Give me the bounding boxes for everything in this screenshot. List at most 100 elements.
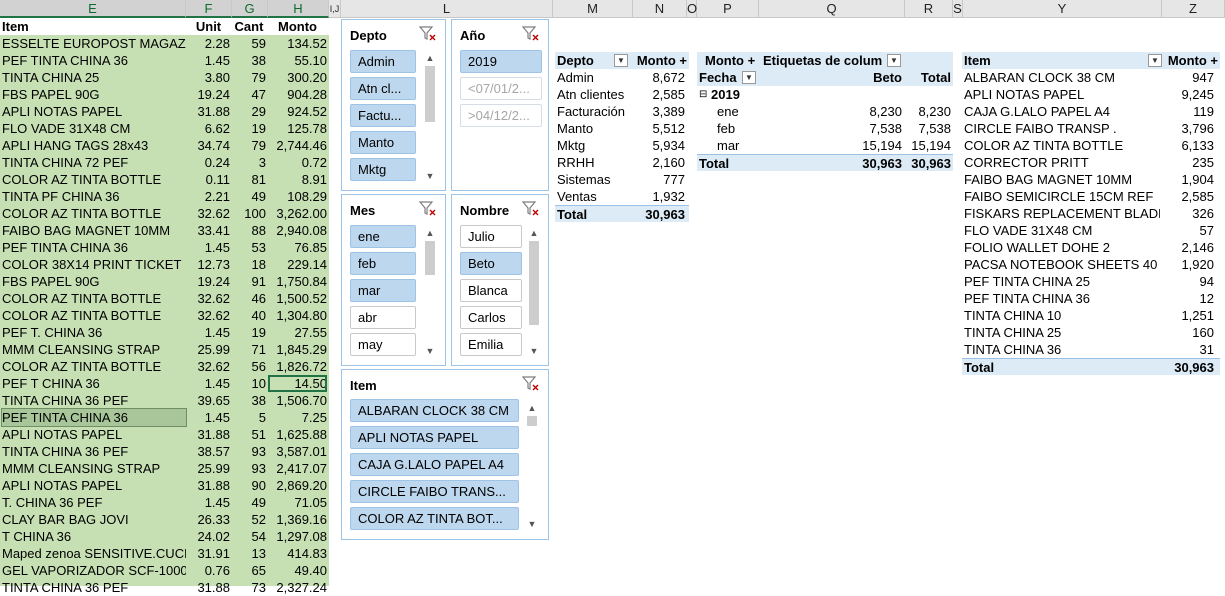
cell-item[interactable]: COLOR AZ TINTA BOTTLE [2,290,186,307]
dropdown-arrow-icon[interactable]: ▼ [1148,54,1162,67]
filter-dropdown-icon[interactable]: ▼ [887,54,901,67]
cell-unit[interactable]: 1.45 [187,324,230,341]
cell-monto[interactable]: 125.78 [268,120,327,137]
column-header-y[interactable]: Y [963,0,1162,18]
cell-cant[interactable]: 100 [232,205,266,222]
pivot-depto-row[interactable]: Facturación 3,389 [555,103,689,120]
pivot-depto-row[interactable]: Admin 8,672 [555,69,689,86]
slicer-item-before-date[interactable]: <07/01/2... [460,77,542,100]
cell-cant[interactable]: 13 [232,545,266,562]
cell-unit[interactable]: 25.99 [187,460,230,477]
cell-unit[interactable]: 32.62 [187,358,230,375]
cell-item[interactable]: COLOR AZ TINTA BOTTLE [2,205,186,222]
cell-unit[interactable]: 1.45 [187,409,230,426]
clear-filter-icon[interactable] [522,376,540,392]
cell-unit[interactable]: 33.41 [187,222,230,239]
cell-unit[interactable]: 1.45 [187,494,230,511]
slicer-nombre-scrollbar[interactable]: ▲ ▼ [527,227,541,357]
cell-item[interactable]: CLAY BAR BAG JOVI [2,511,186,528]
cell-unit[interactable]: 31.91 [187,545,230,562]
cell-item[interactable]: COLOR 38X14 PRINT TICKET [2,256,186,273]
pivot-fecha-row[interactable]: mar 15,194 15,194 [697,137,953,154]
cell-cant[interactable]: 90 [232,477,266,494]
column-header-m[interactable]: M [553,0,633,18]
cell-cant[interactable]: 65 [232,562,266,579]
cell-cant[interactable]: 51 [232,426,266,443]
cell-cant[interactable]: 3 [232,154,266,171]
column-header-g[interactable]: G [232,0,268,18]
slicer-item-caja[interactable]: CAJA G.LALO PAPEL A4 [350,453,519,476]
slicer-item-color-az[interactable]: COLOR AZ TINTA BOT... [350,507,519,530]
column-header-o[interactable]: O [687,0,697,18]
slicer-item-carlos[interactable]: Carlos [460,306,522,329]
cell-cant[interactable]: 29 [232,103,266,120]
slicer-item-blanca[interactable]: Blanca [460,279,522,302]
pivot-item-row[interactable]: PEF TINTA CHINA 36 12 [962,290,1220,307]
pivot-fecha-year-row[interactable]: ⊟ 2019 [697,86,953,103]
cell-item[interactable]: PEF TINTA CHINA 36 [2,239,186,256]
scroll-down-icon[interactable]: ▼ [525,518,539,530]
slicer-mes-scrollbar[interactable]: ▲ ▼ [423,227,437,357]
column-header-n[interactable]: N [633,0,687,18]
cell-monto[interactable]: 2,417.07 [268,460,327,477]
cell-monto[interactable]: 2,869.20 [268,477,327,494]
cell-cant[interactable]: 79 [232,137,266,154]
cell-unit[interactable]: 32.62 [187,307,230,324]
cell-item[interactable]: PEF T CHINA 36 [2,375,186,392]
cell-cant[interactable]: 93 [232,443,266,460]
cell-cant[interactable]: 73 [232,579,266,596]
slicer-item-beto[interactable]: Beto [460,252,522,275]
column-header-s[interactable]: S [953,0,963,18]
cell-cant[interactable]: 47 [232,86,266,103]
cell-monto[interactable]: 300.20 [268,69,327,86]
cell-item[interactable]: TINTA CHINA 36 PEF [2,392,186,409]
cell-unit[interactable]: 25.99 [187,341,230,358]
cell-item[interactable]: FBS PAPEL 90G [2,273,186,290]
clear-filter-icon[interactable] [419,26,437,42]
cell-monto[interactable]: 3,587.01 [268,443,327,460]
scroll-down-icon[interactable]: ▼ [423,170,437,182]
cell-monto[interactable]: 1,369.16 [268,511,327,528]
slicer-item-apli[interactable]: APLI NOTAS PAPEL [350,426,519,449]
pivot-item-row[interactable]: COLOR AZ TINTA BOTTLE 6,133 [962,137,1220,154]
column-header-z[interactable]: Z [1162,0,1225,18]
scroll-down-icon[interactable]: ▼ [423,345,437,357]
column-header-ij[interactable]: I,J [329,0,341,18]
cell-item[interactable]: APLI NOTAS PAPEL [2,103,186,120]
pivot-item-row[interactable]: CORRECTOR PRITT 235 [962,154,1220,171]
slicer-item-emilia[interactable]: Emilia [460,333,522,356]
clear-filter-icon[interactable] [522,26,540,42]
header-monto[interactable]: Monto [268,18,327,35]
cell-item[interactable]: PEF T. CHINA 36 [2,324,186,341]
cell-item[interactable]: TINTA CHINA 25 [2,69,186,86]
cell-monto[interactable]: 1,826.72 [268,358,327,375]
cell-cant[interactable]: 38 [232,392,266,409]
pivot-depto-row[interactable]: Sistemas 777 [555,171,689,188]
pivot-depto-row[interactable]: Atn clientes 2,585 [555,86,689,103]
slicer-item-julio[interactable]: Julio [460,225,522,248]
cell-item[interactable]: COLOR AZ TINTA BOTTLE [2,307,186,324]
cell-item[interactable]: COLOR AZ TINTA BOTTLE [2,358,186,375]
slicer-item-abr[interactable]: abr [350,306,416,329]
cell-unit[interactable]: 1.45 [187,52,230,69]
pivot-item-row[interactable]: CAJA G.LALO PAPEL A4 119 [962,103,1220,120]
cell-monto[interactable]: 14.50 [268,375,327,392]
slicer-item-mar[interactable]: mar [350,279,416,302]
cell-unit[interactable]: 38.57 [187,443,230,460]
cell-item[interactable]: FBS PAPEL 90G [2,86,186,103]
cell-cant[interactable]: 79 [232,69,266,86]
cell-unit[interactable]: 31.88 [187,579,230,596]
scroll-thumb[interactable] [425,241,435,275]
pivot-item-row[interactable]: TINTA CHINA 10 1,251 [962,307,1220,324]
cell-monto[interactable]: 1,625.88 [268,426,327,443]
cell-unit[interactable]: 12.73 [187,256,230,273]
column-header-r[interactable]: R [905,0,953,18]
cell-cant[interactable]: 56 [232,358,266,375]
cell-cant[interactable]: 53 [232,239,266,256]
slicer-item-admin[interactable]: Admin [350,50,416,73]
cell-unit[interactable]: 0.76 [187,562,230,579]
cell-item[interactable]: APLI HANG TAGS 28x43 [2,137,186,154]
cell-monto[interactable]: 1,304.80 [268,307,327,324]
scroll-up-icon[interactable]: ▲ [527,227,541,239]
cell-item[interactable]: Maped zenoa SENSITIVE.CUCH [2,545,186,562]
